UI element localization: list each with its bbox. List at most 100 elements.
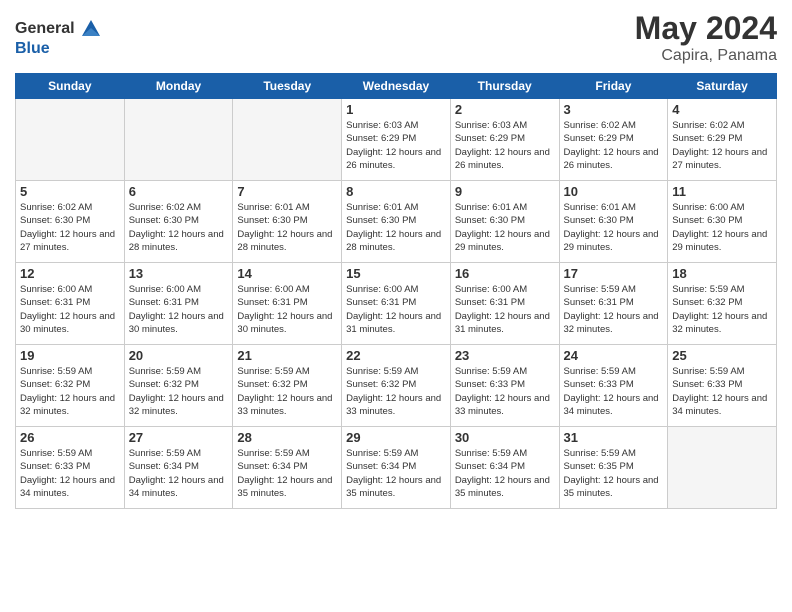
calendar-week-2: 12 Sunrise: 6:00 AMSunset: 6:31 PMDayligh… <box>16 263 777 345</box>
day-info: Sunrise: 6:01 AMSunset: 6:30 PMDaylight:… <box>346 201 446 254</box>
day-info: Sunrise: 5:59 AMSunset: 6:33 PMDaylight:… <box>20 447 120 500</box>
day-number: 28 <box>237 430 337 445</box>
month-year: May 2024 <box>635 10 777 47</box>
day-info: Sunrise: 5:59 AMSunset: 6:32 PMDaylight:… <box>237 365 337 418</box>
day-info: Sunrise: 6:02 AMSunset: 6:30 PMDaylight:… <box>129 201 229 254</box>
header: General Blue May 2024 Capira, Panama <box>15 10 777 65</box>
calendar-cell <box>233 99 342 181</box>
logo-text: General Blue <box>15 18 102 58</box>
calendar-header-tuesday: Tuesday <box>233 74 342 99</box>
calendar-cell: 17Sunrise: 5:59 AMSunset: 6:31 PMDayligh… <box>559 263 668 345</box>
calendar-header-sunday: Sunday <box>16 74 125 99</box>
page: General Blue May 2024 Capira, Panama Sun… <box>0 0 792 612</box>
day-info: Sunrise: 6:03 AMSunset: 6:29 PMDaylight:… <box>455 119 555 172</box>
day-info: Sunrise: 5:59 AMSunset: 6:33 PMDaylight:… <box>564 365 664 418</box>
calendar-header-wednesday: Wednesday <box>342 74 451 99</box>
day-number: 23 <box>455 348 555 363</box>
calendar-cell: 14 Sunrise: 6:00 AMSunset: 6:31 PMDayligh… <box>233 263 342 345</box>
calendar-cell <box>668 427 777 509</box>
calendar-week-1: 5 Sunrise: 6:02 AMSunset: 6:30 PMDaylight… <box>16 181 777 263</box>
calendar-cell: 2 Sunrise: 6:03 AMSunset: 6:29 PMDaylight… <box>450 99 559 181</box>
calendar-header-friday: Friday <box>559 74 668 99</box>
day-number: 11 <box>672 184 772 199</box>
day-info: Sunrise: 6:00 AMSunset: 6:31 PMDaylight:… <box>455 283 555 336</box>
day-number: 5 <box>20 184 120 199</box>
day-number: 25 <box>672 348 772 363</box>
calendar-cell: 31 Sunrise: 5:59 AMSunset: 6:35 PMDayligh… <box>559 427 668 509</box>
day-info: Sunrise: 6:01 AMSunset: 6:30 PMDaylight:… <box>564 201 664 254</box>
day-number: 2 <box>455 102 555 117</box>
calendar-cell: 16 Sunrise: 6:00 AMSunset: 6:31 PMDayligh… <box>450 263 559 345</box>
location: Capira, Panama <box>635 47 777 65</box>
day-number: 1 <box>346 102 446 117</box>
day-number: 12 <box>20 266 120 281</box>
day-info: Sunrise: 5:59 AMSunset: 6:32 PMDaylight:… <box>346 365 446 418</box>
day-info: Sunrise: 5:59 AMSunset: 6:34 PMDaylight:… <box>346 447 446 500</box>
calendar-cell: 12 Sunrise: 6:00 AMSunset: 6:31 PMDayligh… <box>16 263 125 345</box>
calendar-header-row: SundayMondayTuesdayWednesdayThursdayFrid… <box>16 74 777 99</box>
title-block: May 2024 Capira, Panama <box>635 10 777 65</box>
day-info: Sunrise: 5:59 AMSunset: 6:34 PMDaylight:… <box>129 447 229 500</box>
day-number: 13 <box>129 266 229 281</box>
calendar-cell: 26 Sunrise: 5:59 AMSunset: 6:33 PMDayligh… <box>16 427 125 509</box>
calendar-cell: 20Sunrise: 5:59 AMSunset: 6:32 PMDayligh… <box>124 345 233 427</box>
day-info: Sunrise: 6:00 AMSunset: 6:31 PMDaylight:… <box>237 283 337 336</box>
calendar-cell: 28Sunrise: 5:59 AMSunset: 6:34 PMDayligh… <box>233 427 342 509</box>
calendar-cell: 21Sunrise: 5:59 AMSunset: 6:32 PMDayligh… <box>233 345 342 427</box>
day-info: Sunrise: 6:00 AMSunset: 6:31 PMDaylight:… <box>129 283 229 336</box>
day-info: Sunrise: 6:02 AMSunset: 6:29 PMDaylight:… <box>564 119 664 172</box>
day-number: 20 <box>129 348 229 363</box>
day-number: 26 <box>20 430 120 445</box>
day-number: 16 <box>455 266 555 281</box>
day-info: Sunrise: 5:59 AMSunset: 6:33 PMDaylight:… <box>455 365 555 418</box>
calendar-cell: 30Sunrise: 5:59 AMSunset: 6:34 PMDayligh… <box>450 427 559 509</box>
day-info: Sunrise: 6:02 AMSunset: 6:29 PMDaylight:… <box>672 119 772 172</box>
calendar-cell: 22 Sunrise: 5:59 AMSunset: 6:32 PMDayligh… <box>342 345 451 427</box>
day-number: 10 <box>564 184 664 199</box>
calendar-cell: 11 Sunrise: 6:00 AMSunset: 6:30 PMDayligh… <box>668 181 777 263</box>
calendar-cell: 1 Sunrise: 6:03 AMSunset: 6:29 PMDaylight… <box>342 99 451 181</box>
day-number: 14 <box>237 266 337 281</box>
calendar-cell: 6 Sunrise: 6:02 AMSunset: 6:30 PMDaylight… <box>124 181 233 263</box>
day-info: Sunrise: 5:59 AMSunset: 6:35 PMDaylight:… <box>564 447 664 500</box>
calendar-header-thursday: Thursday <box>450 74 559 99</box>
day-info: Sunrise: 6:00 AMSunset: 6:31 PMDaylight:… <box>346 283 446 336</box>
day-number: 29 <box>346 430 446 445</box>
calendar-cell: 4 Sunrise: 6:02 AMSunset: 6:29 PMDaylight… <box>668 99 777 181</box>
calendar-cell <box>124 99 233 181</box>
day-number: 3 <box>564 102 664 117</box>
day-info: Sunrise: 5:59 AMSunset: 6:34 PMDaylight:… <box>455 447 555 500</box>
calendar-cell: 13 Sunrise: 6:00 AMSunset: 6:31 PMDayligh… <box>124 263 233 345</box>
day-info: Sunrise: 6:01 AMSunset: 6:30 PMDaylight:… <box>237 201 337 254</box>
calendar-week-4: 26 Sunrise: 5:59 AMSunset: 6:33 PMDayligh… <box>16 427 777 509</box>
day-info: Sunrise: 6:03 AMSunset: 6:29 PMDaylight:… <box>346 119 446 172</box>
day-number: 15 <box>346 266 446 281</box>
day-number: 8 <box>346 184 446 199</box>
calendar-cell: 18Sunrise: 5:59 AMSunset: 6:32 PMDayligh… <box>668 263 777 345</box>
day-number: 27 <box>129 430 229 445</box>
calendar-cell: 8 Sunrise: 6:01 AMSunset: 6:30 PMDaylight… <box>342 181 451 263</box>
day-number: 24 <box>564 348 664 363</box>
calendar-cell: 25 Sunrise: 5:59 AMSunset: 6:33 PMDayligh… <box>668 345 777 427</box>
logo-icon <box>80 18 102 40</box>
calendar-cell: 27 Sunrise: 5:59 AMSunset: 6:34 PMDayligh… <box>124 427 233 509</box>
day-number: 31 <box>564 430 664 445</box>
day-info: Sunrise: 6:00 AMSunset: 6:30 PMDaylight:… <box>672 201 772 254</box>
day-info: Sunrise: 6:00 AMSunset: 6:31 PMDaylight:… <box>20 283 120 336</box>
day-info: Sunrise: 5:59 AMSunset: 6:33 PMDaylight:… <box>672 365 772 418</box>
calendar-cell <box>16 99 125 181</box>
day-number: 22 <box>346 348 446 363</box>
day-info: Sunrise: 5:59 AMSunset: 6:32 PMDaylight:… <box>672 283 772 336</box>
day-number: 6 <box>129 184 229 199</box>
calendar-cell: 5Sunrise: 6:02 AMSunset: 6:30 PMDaylight… <box>16 181 125 263</box>
calendar-cell: 15 Sunrise: 6:00 AMSunset: 6:31 PMDayligh… <box>342 263 451 345</box>
calendar-cell: 9Sunrise: 6:01 AMSunset: 6:30 PMDaylight… <box>450 181 559 263</box>
day-info: Sunrise: 5:59 AMSunset: 6:32 PMDaylight:… <box>20 365 120 418</box>
day-number: 19 <box>20 348 120 363</box>
calendar-cell: 10 Sunrise: 6:01 AMSunset: 6:30 PMDayligh… <box>559 181 668 263</box>
day-info: Sunrise: 5:59 AMSunset: 6:31 PMDaylight:… <box>564 283 664 336</box>
calendar-cell: 7Sunrise: 6:01 AMSunset: 6:30 PMDaylight… <box>233 181 342 263</box>
day-number: 4 <box>672 102 772 117</box>
calendar-cell: 29 Sunrise: 5:59 AMSunset: 6:34 PMDayligh… <box>342 427 451 509</box>
calendar-week-0: 1 Sunrise: 6:03 AMSunset: 6:29 PMDaylight… <box>16 99 777 181</box>
